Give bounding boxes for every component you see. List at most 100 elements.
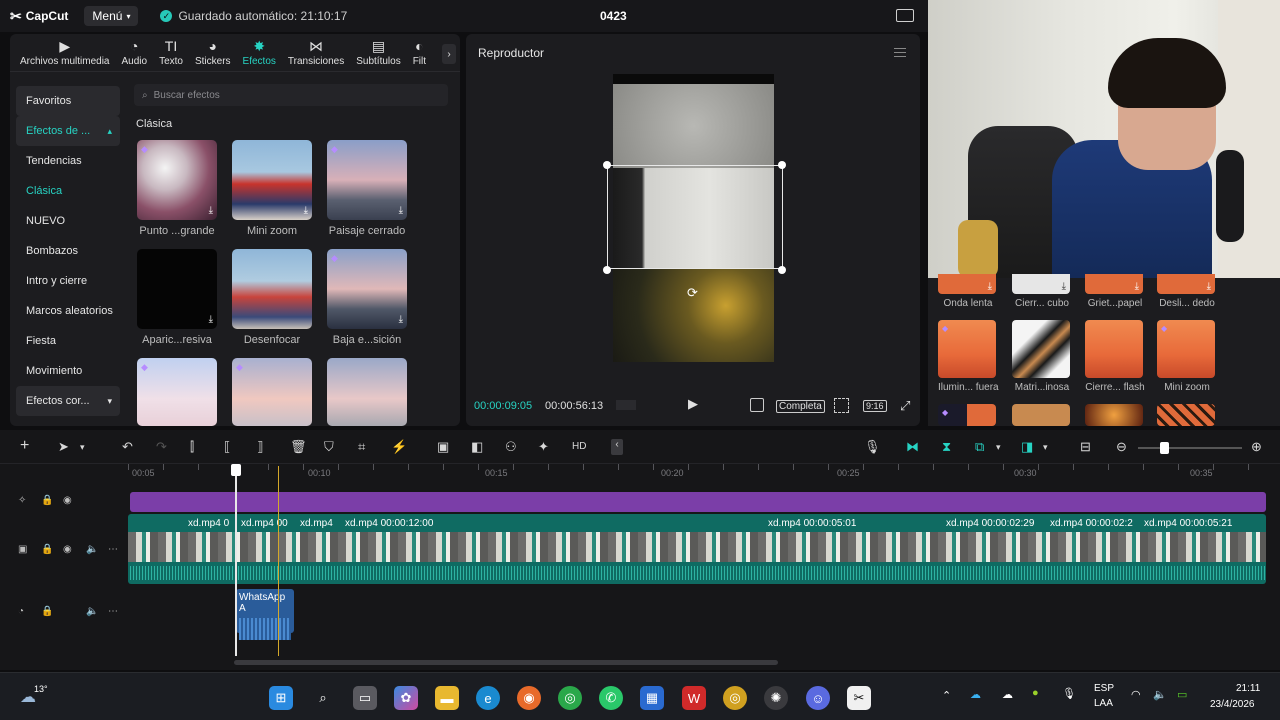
search-icon[interactable]: ⌕ — [311, 686, 335, 710]
playhead[interactable] — [235, 466, 237, 656]
play-icon[interactable]: ▶ — [688, 396, 698, 412]
freeze-icon[interactable]: ◧ — [471, 439, 483, 455]
copilot-icon[interactable]: ✿ — [394, 686, 418, 710]
tab-text[interactable]: TI Texto — [153, 38, 189, 71]
download-icon[interactable]: ⤓ — [304, 205, 308, 216]
menu-icon[interactable] — [894, 48, 906, 57]
preview-axis-icon[interactable]: ◨ — [1021, 439, 1033, 455]
chevron-down-icon[interactable]: ▾ — [80, 442, 85, 453]
effect-card[interactable] — [327, 358, 407, 426]
tab-filters[interactable]: ◐ Filt — [407, 38, 432, 71]
zoom-in-icon[interactable]: ⊕ — [1251, 439, 1262, 455]
eye-icon[interactable]: ◉ — [63, 495, 72, 506]
effect-card[interactable] — [1157, 404, 1217, 426]
auto-snap-icon[interactable]: ⧗ — [942, 439, 951, 455]
playhead-handle[interactable] — [231, 464, 241, 476]
effect-card[interactable]: ◆ ⤓ Paisaje cerrado — [327, 140, 407, 237]
download-icon[interactable]: ⤓ — [988, 281, 992, 292]
timeline-scrollbar[interactable] — [234, 660, 778, 665]
resize-handle[interactable] — [778, 266, 786, 274]
search-input[interactable]: ⌕ Buscar efectos — [134, 84, 448, 106]
zoom-slider-handle[interactable] — [1160, 442, 1169, 454]
delete-icon[interactable]: 🗑 — [290, 439, 307, 455]
download-icon[interactable]: ⤓ — [399, 205, 403, 216]
person-icon[interactable]: ⚇ — [505, 439, 517, 455]
volume-icon[interactable]: 🔈 — [86, 606, 98, 617]
crop-icon[interactable]: ⌗ — [358, 439, 365, 455]
effect-card[interactable]: ◆ ⤓ Punto ...grande — [137, 140, 217, 237]
resize-handle[interactable] — [778, 161, 786, 169]
wps-icon[interactable]: W — [682, 686, 706, 710]
split-right-icon[interactable]: ⟧ — [257, 439, 263, 455]
keyboard-layout[interactable]: LAA — [1094, 698, 1113, 709]
add-icon[interactable]: + — [20, 437, 29, 455]
ratio-selector[interactable]: 9:16 — [863, 400, 887, 412]
category-movimiento[interactable]: Movimiento — [16, 356, 120, 386]
lock-icon[interactable]: 🔒 — [41, 544, 53, 555]
effect-card[interactable]: ◆ — [137, 358, 217, 426]
crop-icon[interactable] — [750, 398, 764, 412]
effect-card[interactable]: ⤓ Cierr... cubo — [1012, 274, 1072, 309]
zoom-slider[interactable] — [1138, 447, 1242, 449]
effect-clip[interactable] — [130, 492, 1266, 512]
main-track-magnet-icon[interactable]: ⧓ — [906, 439, 919, 455]
chrome-alt-icon[interactable]: ◎ — [723, 686, 747, 710]
category-nuevo[interactable]: NUEVO — [16, 206, 120, 236]
battery-icon[interactable]: ▭ — [1177, 688, 1187, 701]
timeline-view-icon[interactable] — [616, 400, 636, 410]
speed-icon[interactable]: ⚡ — [391, 439, 407, 455]
download-icon[interactable]: ⤓ — [1062, 281, 1066, 292]
download-icon[interactable]: ⤓ — [209, 314, 213, 325]
hd-icon[interactable]: HD — [572, 441, 586, 452]
tab-effects[interactable]: ✸ Efectos — [237, 38, 282, 71]
category-intro-cierre[interactable]: Intro y cierre — [16, 266, 120, 296]
redo-icon[interactable]: ↷ — [156, 439, 167, 455]
tab-media[interactable]: ▶ Archivos multimedia — [14, 38, 115, 71]
effect-card[interactable]: ◆ Mini zoom — [1157, 320, 1217, 393]
discord-icon[interactable]: ☺ — [806, 686, 830, 710]
effect-card[interactable]: Cierre... flash — [1085, 320, 1145, 393]
clock-time[interactable]: 21:11 — [1236, 683, 1260, 694]
time-ruler[interactable]: 00:05 00:10 00:15 00:20 00:25 00:30 00:3… — [128, 464, 1280, 484]
effect-card[interactable] — [1012, 404, 1072, 426]
effect-card[interactable]: ⤓ Desli... dedo — [1157, 274, 1217, 309]
tabs-scroll-right-button[interactable]: › — [442, 44, 456, 64]
category-tendencias[interactable]: Tendencias — [16, 146, 120, 176]
effect-card[interactable]: ◆ — [232, 358, 312, 426]
download-icon[interactable]: ⤓ — [209, 205, 213, 216]
chevron-down-icon[interactable]: ▾ — [1043, 442, 1048, 453]
category-bombazos[interactable]: Bombazos — [16, 236, 120, 266]
store-icon[interactable]: ▦ — [640, 686, 664, 710]
effect-card[interactable]: ◆ Ilumin... fuera — [938, 320, 999, 393]
chevron-down-icon[interactable]: ▾ — [996, 442, 1001, 453]
undo-icon[interactable]: ↶ — [122, 439, 133, 455]
select-pointer-icon[interactable]: ➤ — [58, 439, 69, 455]
chevron-up-icon[interactable]: ⌃ — [942, 689, 951, 702]
onedrive-icon[interactable]: ☁ — [970, 688, 981, 701]
effect-card[interactable]: ⤓ Onda lenta — [938, 274, 998, 309]
lock-icon[interactable]: 🔒 — [41, 606, 53, 617]
firefox-icon[interactable]: ◉ — [517, 686, 541, 710]
download-icon[interactable]: ⤓ — [399, 314, 403, 325]
selection-box[interactable] — [607, 165, 783, 269]
eye-icon[interactable]: ◉ — [63, 544, 72, 555]
category-efectos-cor[interactable]: Efectos cor... ▾ — [16, 386, 120, 416]
wifi-icon[interactable]: ◠ — [1131, 688, 1141, 701]
rotate-icon[interactable]: ⟳ — [687, 285, 698, 301]
lock-icon[interactable]: 🔒 — [41, 495, 53, 506]
windows-start-icon[interactable]: ⊞ — [269, 686, 293, 710]
fullscreen-icon[interactable]: ⤢ — [900, 398, 910, 414]
focus-icon[interactable] — [834, 398, 849, 413]
quality-selector[interactable]: Completa — [776, 400, 825, 413]
effect-card[interactable]: ◆ ⤓ Baja e...sición — [327, 249, 407, 346]
capcut-taskbar-icon[interactable]: ✂ — [847, 686, 871, 710]
category-marcos[interactable]: Marcos aleatorios — [16, 296, 120, 326]
resize-handle[interactable] — [603, 266, 611, 274]
category-favoritos[interactable]: Favoritos — [16, 86, 120, 116]
edge-icon[interactable]: e — [476, 686, 500, 710]
more-icon[interactable]: ⋯ — [108, 606, 118, 617]
download-icon[interactable]: ⤓ — [1207, 281, 1211, 292]
effect-card[interactable]: ⤓ Mini zoom — [232, 140, 312, 237]
effect-card[interactable]: Matri...inosa — [1012, 320, 1072, 393]
effect-card[interactable] — [1085, 404, 1145, 426]
